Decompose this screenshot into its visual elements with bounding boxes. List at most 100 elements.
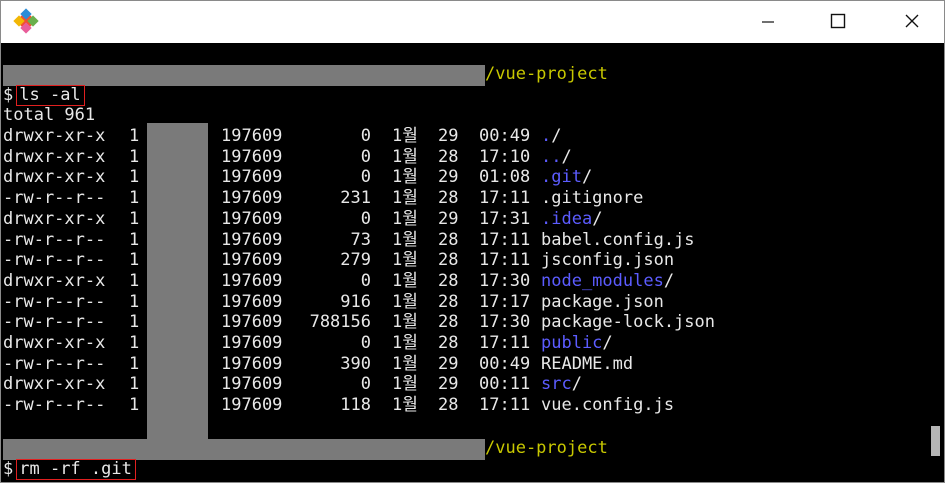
file-group: 197609 [221, 354, 283, 374]
file-month: 1월 [392, 147, 418, 167]
file-month: 1월 [392, 333, 418, 353]
minimize-button[interactable] [745, 1, 791, 41]
file-size: 0 [360, 374, 371, 394]
file-time: 17:11 [479, 333, 531, 353]
file-day: 28 [438, 292, 459, 312]
file-permissions: drwxr-xr-x [3, 147, 106, 167]
file-month: 1월 [392, 126, 418, 146]
file-group: 197609 [221, 188, 283, 208]
file-month: 1월 [392, 209, 418, 229]
highlighted-command: rm -rf .git [16, 459, 136, 480]
directory-name: public/ [541, 333, 613, 353]
prompt-path: /vue-project [485, 438, 608, 458]
file-permissions: drwxr-xr-x [3, 126, 106, 146]
file-size: 0 [360, 126, 371, 146]
file-day: 28 [438, 271, 459, 291]
file-group: 197609 [221, 230, 283, 250]
scrollbar-thumb[interactable] [931, 426, 940, 456]
file-day: 29 [438, 354, 459, 374]
file-time: 00:49 [479, 126, 531, 146]
file-month: 1월 [392, 250, 418, 270]
file-permissions: drwxr-xr-x [3, 271, 106, 291]
file-day: 29 [438, 374, 459, 394]
file-group: 197609 [221, 374, 283, 394]
file-time: 17:10 [479, 147, 531, 167]
command-line: $ rm -rf .git [3, 459, 136, 480]
file-month: 1월 [392, 167, 418, 187]
file-group: 197609 [221, 312, 283, 332]
file-group: 197609 [221, 333, 283, 353]
directory-name: ../ [541, 147, 572, 167]
file-day: 28 [438, 250, 459, 270]
file-permissions: drwxr-xr-x [3, 167, 106, 187]
file-size: 231 [340, 188, 371, 208]
file-permissions: -rw-r--r-- [3, 250, 106, 270]
redacted-path-prefix [3, 439, 485, 460]
link-count: 1 [129, 209, 140, 229]
total-line: total 961 [3, 105, 96, 125]
file-group: 197609 [221, 167, 283, 187]
file-size: 73 [350, 230, 371, 250]
close-icon [905, 14, 919, 28]
file-permissions: drwxr-xr-x [3, 374, 106, 394]
file-name: vue.config.js [541, 395, 675, 415]
file-size: 390 [340, 354, 371, 374]
file-time: 17:30 [479, 312, 531, 332]
prompt-symbol: $ [3, 459, 14, 479]
close-button[interactable] [889, 1, 935, 41]
file-group: 197609 [221, 395, 283, 415]
file-group: 197609 [221, 209, 283, 229]
link-count: 1 [129, 188, 140, 208]
file-time: 01:08 [479, 167, 531, 187]
file-name: .gitignore [541, 188, 644, 208]
file-day: 29 [438, 167, 459, 187]
file-month: 1월 [392, 374, 418, 394]
file-day: 28 [438, 230, 459, 250]
file-day: 29 [438, 126, 459, 146]
file-permissions: drwxr-xr-x [3, 209, 106, 229]
link-count: 1 [129, 271, 140, 291]
link-count: 1 [129, 354, 140, 374]
file-month: 1월 [392, 292, 418, 312]
file-permissions: -rw-r--r-- [3, 292, 106, 312]
file-month: 1월 [392, 271, 418, 291]
prompt-symbol: $ [3, 85, 14, 105]
file-permissions: -rw-r--r-- [3, 312, 106, 332]
scrollbar[interactable] [927, 43, 944, 482]
file-size: 0 [360, 209, 371, 229]
link-count: 1 [129, 230, 140, 250]
file-size: 0 [360, 333, 371, 353]
file-size: 118 [340, 395, 371, 415]
file-group: 197609 [221, 126, 283, 146]
file-month: 1월 [392, 395, 418, 415]
maximize-button[interactable] [815, 1, 861, 41]
file-permissions: -rw-r--r-- [3, 188, 106, 208]
file-day: 28 [438, 188, 459, 208]
redacted-owner-column [147, 123, 208, 460]
file-size: 916 [340, 292, 371, 312]
file-permissions: -rw-r--r-- [3, 230, 106, 250]
git-app-icon [13, 8, 39, 34]
file-group: 197609 [221, 271, 283, 291]
file-time: 17:17 [479, 292, 531, 312]
command-line: $ ls -al [3, 85, 85, 106]
file-month: 1월 [392, 188, 418, 208]
file-size: 0 [360, 167, 371, 187]
file-size: 0 [360, 147, 371, 167]
link-count: 1 [129, 292, 140, 312]
file-day: 28 [438, 333, 459, 353]
prompt-path: /vue-project [485, 64, 608, 84]
link-count: 1 [129, 250, 140, 270]
file-name: jsconfig.json [541, 250, 675, 270]
title-bar[interactable] [1, 1, 944, 43]
file-size: 788156 [309, 312, 371, 332]
terminal-output[interactable]: /vue-project $ ls -al total 961 drwxr-xr-… [1, 43, 927, 482]
file-permissions: -rw-r--r-- [3, 354, 106, 374]
link-count: 1 [129, 395, 140, 415]
file-time: 17:30 [479, 271, 531, 291]
file-day: 28 [438, 395, 459, 415]
link-count: 1 [129, 147, 140, 167]
file-group: 197609 [221, 250, 283, 270]
file-time: 17:11 [479, 230, 531, 250]
file-size: 0 [360, 271, 371, 291]
